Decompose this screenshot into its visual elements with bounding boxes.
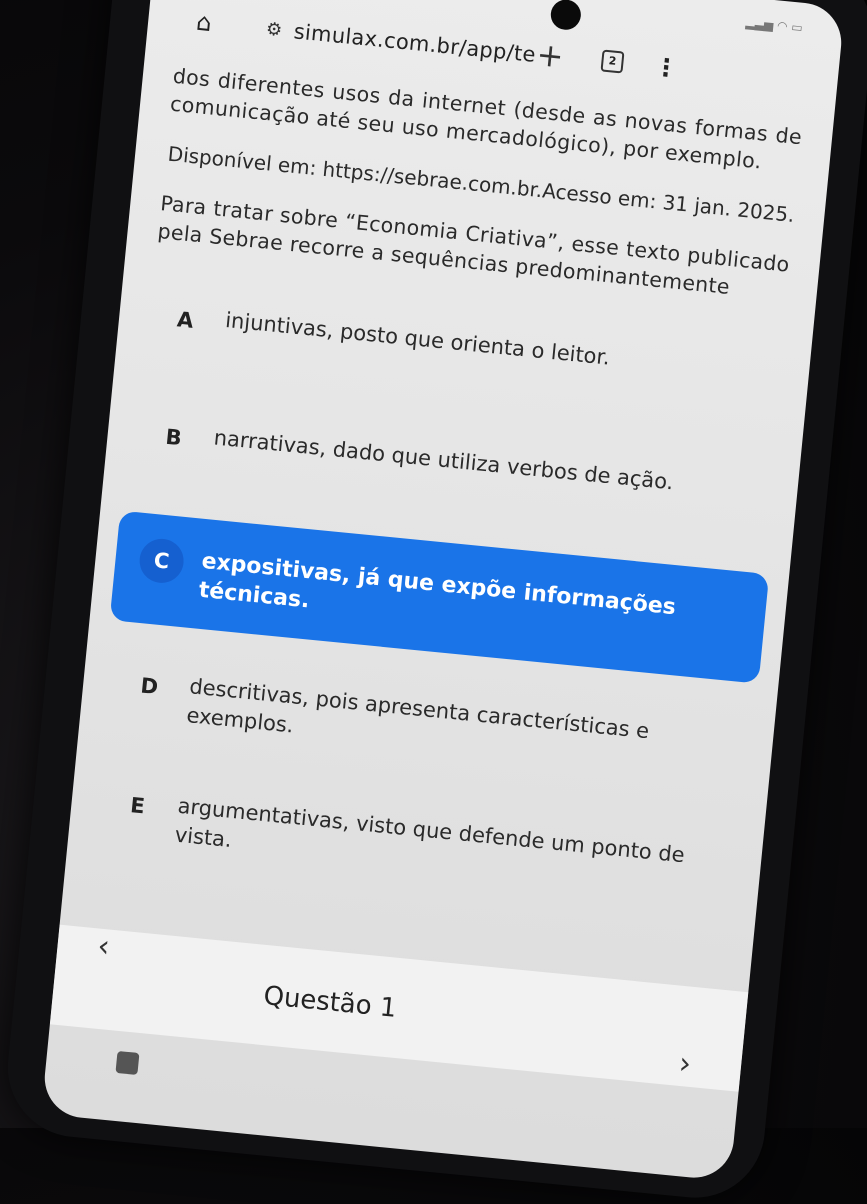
- new-tab-button[interactable]: +: [535, 35, 565, 75]
- option-text: narrativas, dado que utiliza verbos de a…: [212, 425, 675, 495]
- recent-apps-icon[interactable]: [115, 1050, 140, 1075]
- option-text: expositivas, já que expõe informações té…: [197, 548, 677, 621]
- address-bar[interactable]: simulax.com.br/app/tе: [293, 19, 537, 67]
- phone-screen: ● · • · · ▂▃▅ ◠ ▭ ⌂ ⚙ simulax.com.br/app…: [41, 0, 845, 1182]
- option-text: argumentativas, visto que defende um pon…: [173, 793, 686, 868]
- option-letter: A: [176, 306, 195, 333]
- question-navigation: ‹ Questão 1 ›: [49, 924, 749, 1092]
- option-letter: E: [129, 792, 146, 818]
- front-camera: [549, 0, 583, 32]
- question-content: dos diferentes usos da internet (desde a…: [94, 62, 803, 944]
- browser-menu-icon[interactable]: ⋮: [653, 53, 680, 83]
- next-question-icon[interactable]: ›: [677, 1046, 692, 1082]
- phone: ● · • · · ▂▃▅ ◠ ▭ ⌂ ⚙ simulax.com.br/app…: [1, 0, 867, 1204]
- previous-question-icon[interactable]: ‹: [96, 929, 111, 965]
- option-letter: B: [164, 424, 183, 450]
- tab-switcher-button[interactable]: 2: [600, 49, 625, 74]
- option-text: injuntivas, posto que orienta o leitor.: [224, 308, 612, 370]
- question-label: Questão 1: [262, 980, 398, 1024]
- option-text: descritivas, pois apresenta característi…: [185, 674, 651, 744]
- option-letter: C: [137, 536, 186, 585]
- site-settings-icon[interactable]: ⚙: [265, 19, 283, 41]
- home-icon[interactable]: ⌂: [195, 8, 213, 37]
- signal-wifi-battery-icon: ▂▃▅ ◠ ▭: [745, 15, 804, 35]
- option-letter: D: [139, 672, 160, 699]
